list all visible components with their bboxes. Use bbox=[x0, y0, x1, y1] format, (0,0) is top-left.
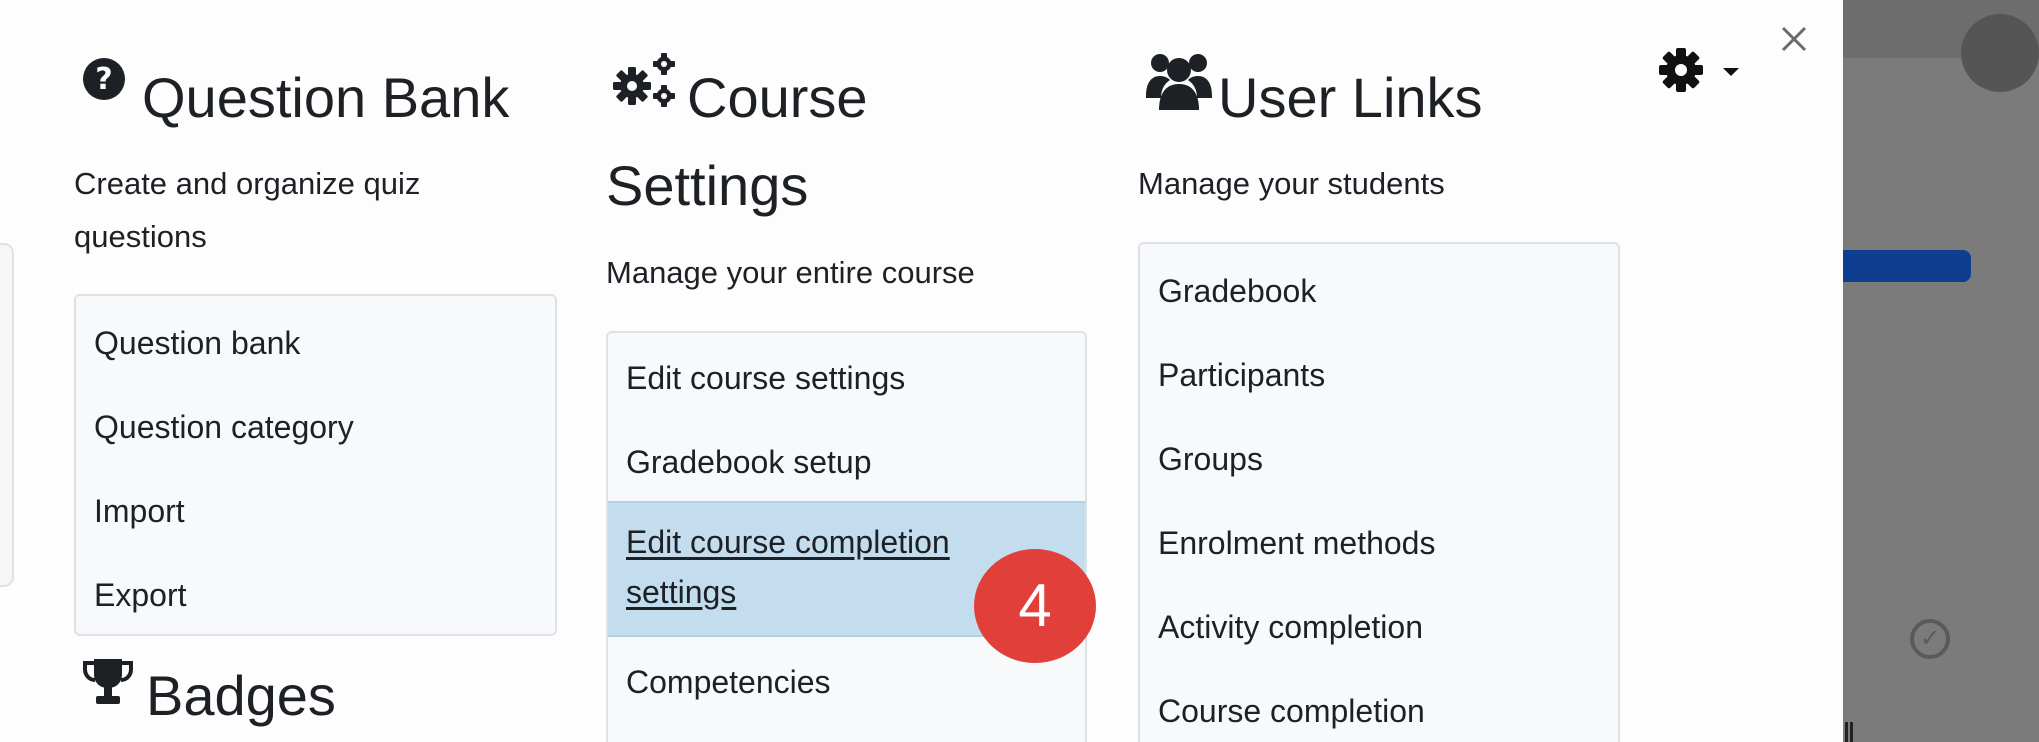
list-item-activity-completion[interactable]: Activity completion bbox=[1140, 602, 1618, 652]
close-button[interactable] bbox=[1777, 22, 1811, 56]
list-item-question-bank[interactable]: Question bank bbox=[76, 318, 555, 368]
step-number-badge: 4 bbox=[974, 549, 1096, 663]
completion-check-icon: ✓ bbox=[1910, 619, 1950, 659]
list-item-enrolment-methods[interactable]: Enrolment methods bbox=[1140, 518, 1618, 568]
gear-icon bbox=[1659, 48, 1739, 92]
list-item-edit-course-settings[interactable]: Edit course settings bbox=[608, 353, 1085, 403]
list-item-question-category[interactable]: Question category bbox=[76, 402, 555, 452]
list-item-competencies[interactable]: Competencies bbox=[608, 657, 1085, 707]
list-item-gradebook-setup[interactable]: Gradebook setup bbox=[608, 437, 1085, 487]
course-settings-list: Edit course settings Gradebook setup Edi… bbox=[606, 331, 1087, 742]
list-item-groups[interactable]: Groups bbox=[1140, 434, 1618, 484]
question-bank-title: Question Bank bbox=[142, 66, 510, 129]
cogs-icon bbox=[612, 52, 680, 112]
settings-menu-button[interactable] bbox=[1657, 48, 1747, 92]
badges-title: Badges bbox=[146, 664, 336, 727]
list-item-gradebook[interactable]: Gradebook bbox=[1140, 266, 1618, 316]
backdrop-text-fragment bbox=[1845, 722, 1853, 742]
question-bank-description: Create and organize quiz questions bbox=[74, 166, 421, 254]
svg-text:?: ? bbox=[95, 62, 112, 97]
modal-backdrop: ✓ bbox=[1843, 0, 2039, 742]
user-links-description: Manage your students bbox=[1138, 166, 1445, 201]
list-item-participants[interactable]: Participants bbox=[1140, 350, 1618, 400]
course-settings-description: Manage your entire course bbox=[606, 255, 975, 290]
close-icon bbox=[1781, 26, 1807, 52]
question-circle-icon: ? bbox=[83, 58, 125, 100]
course-settings-title-line2: Settings bbox=[606, 154, 809, 217]
list-item-import[interactable]: Import bbox=[76, 486, 555, 536]
user-links-list: Gradebook Participants Groups Enrolment … bbox=[1138, 242, 1620, 742]
active-item-label: Edit course completion settings bbox=[626, 524, 950, 610]
backdrop-button bbox=[1843, 250, 1971, 282]
user-links-title: User Links bbox=[1218, 66, 1483, 129]
question-bank-list: Question bank Question category Import E… bbox=[74, 294, 557, 636]
course-settings-title-line1: Course bbox=[687, 66, 868, 129]
list-item-export[interactable]: Export bbox=[76, 570, 555, 620]
users-icon bbox=[1146, 50, 1212, 110]
list-item-course-completion[interactable]: Course completion bbox=[1140, 686, 1618, 736]
background-card-edge bbox=[0, 243, 14, 587]
avatar bbox=[1961, 14, 2039, 92]
trophy-icon bbox=[82, 656, 134, 708]
